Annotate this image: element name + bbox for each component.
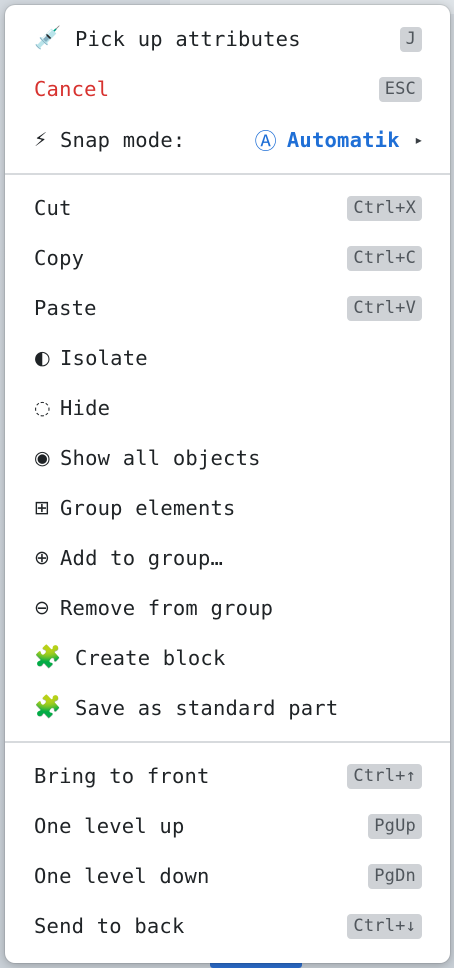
lightning-icon: ⚡ — [34, 128, 48, 151]
menu-section-edit: Cut Ctrl+X Copy Ctrl+C Paste Ctrl+V ◐ Is… — [5, 175, 450, 741]
menu-item-pick-up-attributes[interactable]: 💉 Pick up attributes J — [5, 14, 450, 64]
menu-item-paste[interactable]: Paste Ctrl+V — [5, 283, 450, 333]
shortcut-badge: Ctrl+↓ — [347, 913, 422, 939]
shortcut-badge: Ctrl+V — [347, 295, 422, 321]
syringe-icon: 💉 — [34, 26, 62, 51]
menu-item-label: Create block — [75, 646, 226, 670]
menu-item-label: Add to group… — [60, 546, 224, 570]
menu-item-create-block[interactable]: 🧩 Create block — [5, 633, 450, 683]
menu-item-hide[interactable]: ◌ Hide — [5, 383, 450, 433]
automatic-mode-icon: Ⓐ — [254, 130, 277, 155]
menu-item-group-elements[interactable]: ⊞ Group elements — [5, 483, 450, 533]
circled-plus-icon: ⊕ — [34, 546, 51, 569]
squared-plus-icon: ⊞ — [34, 496, 51, 519]
menu-section-top: 💉 Pick up attributes J Cancel ESC ⚡ Snap… — [5, 5, 450, 173]
menu-item-label: Bring to front — [34, 764, 210, 788]
menu-item-label: One level up — [34, 814, 185, 838]
menu-item-cancel[interactable]: Cancel ESC — [5, 64, 450, 114]
shortcut-badge: Ctrl+C — [347, 245, 422, 271]
menu-item-isolate[interactable]: ◐ Isolate — [5, 333, 450, 383]
shortcut-badge: Ctrl+X — [347, 195, 422, 221]
menu-item-label: Cut — [34, 196, 72, 220]
menu-item-snap-mode[interactable]: ⚡ Snap mode: Ⓐ Automatik ▸ — [5, 114, 450, 166]
menu-section-arrange: Bring to front Ctrl+↑ One level up PgUp … — [5, 743, 450, 951]
menu-item-add-to-group[interactable]: ⊕ Add to group… — [5, 533, 450, 583]
menu-item-send-to-back[interactable]: Send to back Ctrl+↓ — [5, 901, 450, 951]
context-menu: 💉 Pick up attributes J Cancel ESC ⚡ Snap… — [5, 5, 450, 963]
shortcut-badge: PgUp — [368, 813, 422, 839]
menu-item-label: Copy — [34, 246, 85, 270]
menu-item-label: Paste — [34, 296, 97, 320]
menu-item-bring-to-front[interactable]: Bring to front Ctrl+↑ — [5, 751, 450, 801]
menu-item-label: One level down — [34, 864, 210, 888]
menu-item-label: Send to back — [34, 914, 185, 938]
menu-item-label: Group elements — [60, 496, 236, 520]
shortcut-badge: Ctrl+↑ — [347, 763, 422, 789]
menu-item-label: Remove from group — [60, 596, 274, 620]
menu-item-cut[interactable]: Cut Ctrl+X — [5, 183, 450, 233]
menu-item-label: Pick up attributes — [75, 27, 301, 51]
puzzle-piece-icon: 🧩 — [34, 695, 62, 720]
fisheye-icon: ◉ — [34, 446, 51, 469]
half-circle-icon: ◐ — [34, 346, 51, 369]
menu-item-label: Save as standard part — [75, 696, 339, 720]
shortcut-badge: PgDn — [368, 863, 422, 889]
menu-item-show-all-objects[interactable]: ◉ Show all objects — [5, 433, 450, 483]
circled-minus-icon: ⊖ — [34, 596, 51, 619]
shortcut-badge: ESC — [378, 76, 422, 102]
menu-item-label: Isolate — [60, 346, 148, 370]
menu-item-label: Cancel — [34, 77, 110, 101]
puzzle-piece-icon: 🧩 — [34, 645, 62, 670]
submenu-arrow-icon: ▸ — [415, 133, 422, 147]
menu-item-remove-from-group[interactable]: ⊖ Remove from group — [5, 583, 450, 633]
shortcut-badge: J — [399, 26, 422, 52]
menu-item-copy[interactable]: Copy Ctrl+C — [5, 233, 450, 283]
menu-item-one-level-down[interactable]: One level down PgDn — [5, 851, 450, 901]
snap-mode-value: Ⓐ Automatik — [255, 124, 400, 156]
snap-mode-value-label: Automatik — [286, 128, 400, 152]
menu-item-one-level-up[interactable]: One level up PgUp — [5, 801, 450, 851]
dotted-circle-icon: ◌ — [34, 396, 51, 419]
menu-item-save-as-standard-part[interactable]: 🧩 Save as standard part — [5, 683, 450, 733]
menu-item-label: Show all objects — [60, 446, 261, 470]
menu-item-label: Hide — [60, 396, 111, 420]
menu-item-label: Snap mode: — [60, 128, 186, 152]
